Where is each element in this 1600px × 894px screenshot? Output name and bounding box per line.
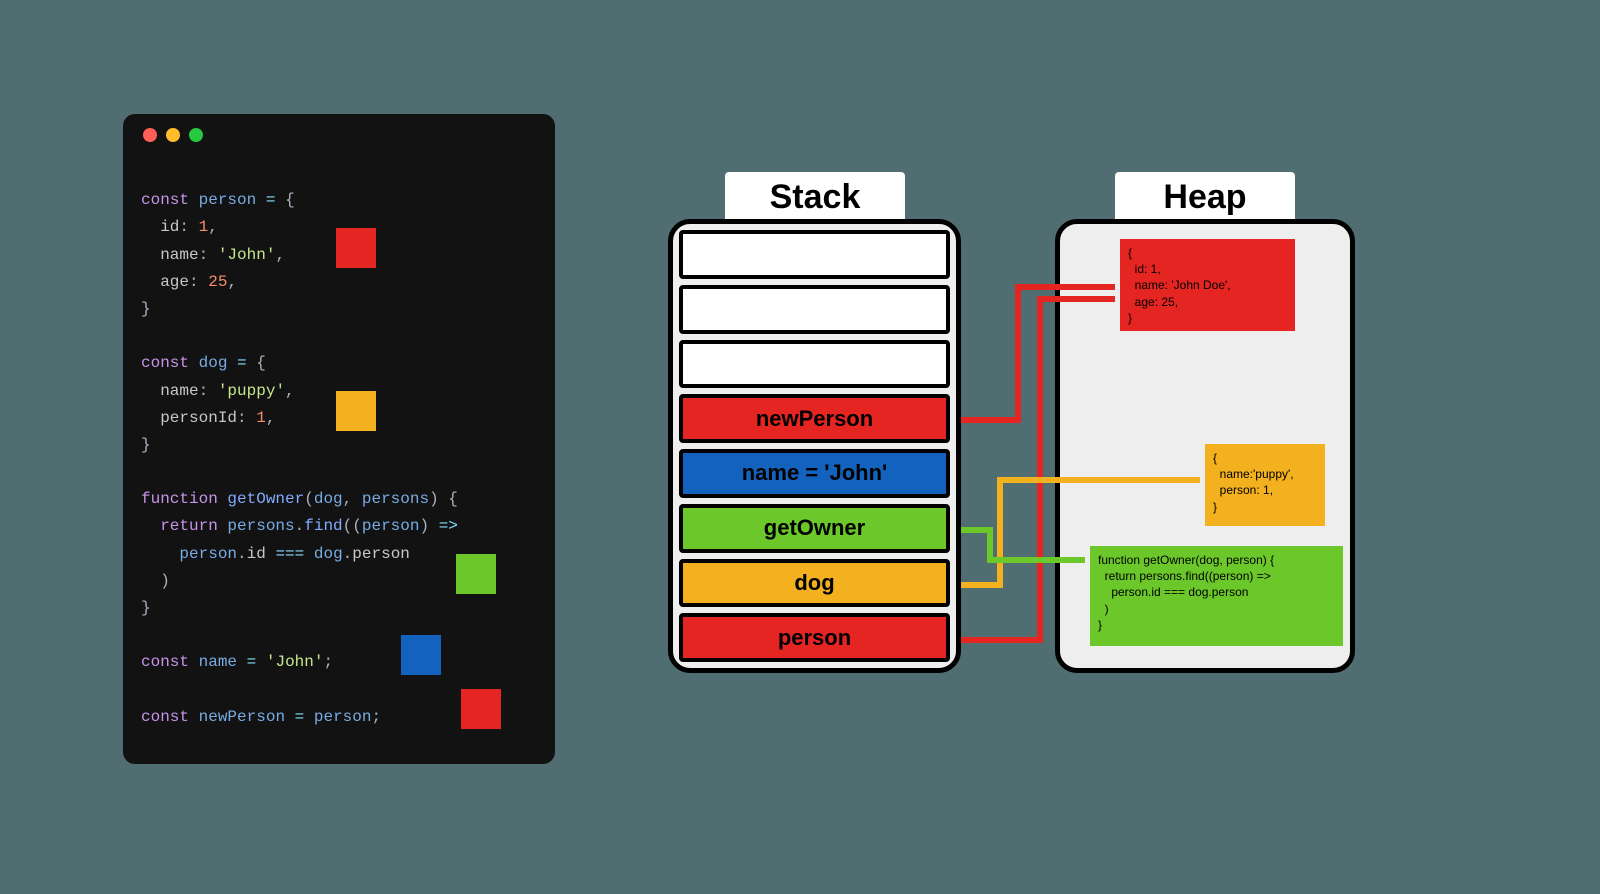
marker-getowner-green-icon (456, 554, 496, 594)
marker-person-red-icon (336, 228, 376, 268)
stack-slot-empty (679, 230, 950, 279)
stack-slot-person: person (679, 613, 950, 662)
window-traffic-lights (141, 128, 537, 142)
code-block: const person = { id: 1, name: 'John', ag… (141, 160, 537, 894)
stack-slot-getowner: getOwner (679, 504, 950, 553)
code-editor-window: const person = { id: 1, name: 'John', ag… (123, 114, 555, 764)
stack-container: newPerson name = 'John' getOwner dog per… (668, 219, 961, 673)
close-icon (143, 128, 157, 142)
marker-name-blue-icon (401, 635, 441, 675)
stack-slot-dog: dog (679, 559, 950, 608)
heap-object-person: { id: 1, name: 'John Doe', age: 25, } (1120, 239, 1295, 331)
marker-dog-orange-icon (336, 391, 376, 431)
stack-slot-empty (679, 285, 950, 334)
stack-slot-name: name = 'John' (679, 449, 950, 498)
heap-object-dog: { name:'puppy', person: 1, } (1205, 444, 1325, 526)
stack-slot-newperson: newPerson (679, 394, 950, 443)
zoom-icon (189, 128, 203, 142)
marker-newperson-red-icon (461, 689, 501, 729)
heap-container: { id: 1, name: 'John Doe', age: 25, } { … (1055, 219, 1355, 673)
stack-slot-empty (679, 340, 950, 389)
heap-object-getowner: function getOwner(dog, person) { return … (1090, 546, 1343, 646)
minimize-icon (166, 128, 180, 142)
